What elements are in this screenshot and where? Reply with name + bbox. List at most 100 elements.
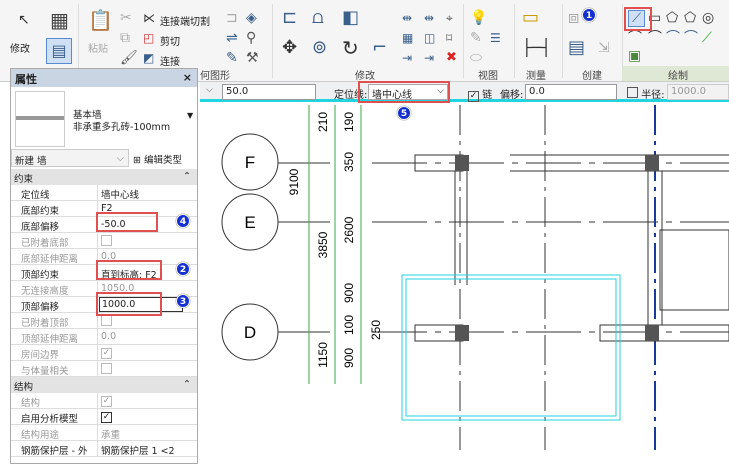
offset-input[interactable]: 0.0 — [525, 84, 617, 100]
geometry-group-label: 何图形 — [200, 71, 230, 82]
move-icon[interactable]: ✥ — [282, 39, 297, 57]
view-tool-icon[interactable]: ⬭ — [470, 50, 482, 66]
cut-geometry-button[interactable]: 剪切 — [160, 33, 180, 48]
dim-900-bottom: 900 — [342, 348, 356, 368]
fillet-arc-icon[interactable]: ⌒ — [684, 30, 698, 46]
cut-clipboard-icon[interactable]: ✂ — [120, 10, 132, 26]
mirror-icon[interactable]: ◧ — [342, 9, 359, 27]
create-parts-icon[interactable]: ▤ — [568, 39, 585, 57]
badge-2: 2 — [176, 262, 190, 276]
edit-type-button[interactable]: ⊞ 编辑类型 — [133, 149, 182, 166]
match-type-icon[interactable]: 🖌 — [120, 50, 138, 66]
edit-type-icon: ⊞ — [133, 155, 141, 166]
rotate-icon[interactable]: ↻ — [342, 38, 359, 58]
dim-350: 350 — [342, 152, 356, 172]
type-dropdown-icon[interactable]: ▼ — [187, 111, 193, 120]
modify-button[interactable]: 修改 — [10, 40, 30, 55]
radius-input[interactable]: 1000.0 — [667, 84, 729, 100]
arc-start-end-icon[interactable]: ⌒ — [628, 30, 642, 46]
inscribed-polygon-icon[interactable]: ⬠ — [666, 10, 678, 26]
prop-row[interactable]: 启用分析模型 ✓ — [11, 409, 197, 425]
paint-icon[interactable]: ✎ — [226, 50, 238, 66]
radius-checkbox[interactable]: 半径: — [627, 86, 665, 101]
split-icon[interactable]: ⇹ — [402, 10, 412, 26]
badge-3: 3 — [176, 294, 190, 308]
offset-icon[interactable]: ⩍ — [312, 9, 324, 27]
align-tool-icon[interactable]: ⊏ — [282, 9, 297, 27]
create-assembly-icon[interactable]: ⇲ — [598, 40, 610, 56]
join-cut-icon: ⋉ — [143, 11, 155, 25]
prop-row: 与体量相关 — [11, 361, 197, 377]
demolish-icon[interactable]: ⚒ — [246, 50, 259, 66]
drawing-canvas[interactable]: F E D 210 190 350 9100 3850 2600 900 100… — [200, 105, 729, 450]
array-icon[interactable]: ▦ — [402, 30, 413, 46]
collapse-icon: ⌃ — [183, 171, 191, 182]
pick-lines-icon[interactable]: ⟋ — [702, 30, 712, 46]
override-icon[interactable]: ✎ — [470, 30, 482, 46]
prop-row[interactable]: 定位线 墙中心线 — [11, 185, 197, 201]
prop-row: 结构用途 承重 — [11, 425, 197, 441]
delete-icon[interactable]: ✖ — [446, 50, 457, 66]
view-group-label: 视图 — [478, 71, 498, 82]
arc-center-icon[interactable]: ⌒ — [648, 30, 662, 46]
unpin-icon[interactable]: ⌖ — [446, 10, 453, 26]
section-structure[interactable]: 结构 ⌃ — [11, 377, 197, 393]
paste-icon[interactable]: 📋 — [88, 10, 113, 30]
join-cut-button[interactable]: 连接端切割 — [160, 13, 210, 28]
linework-icon[interactable]: ☰ — [490, 30, 501, 46]
arc-tangent-icon[interactable]: ⌒ — [666, 30, 680, 46]
join-geometry-button[interactable]: 连接 — [160, 53, 180, 68]
pin-icon[interactable]: ⚲ — [246, 30, 256, 46]
hide-icon[interactable]: 💡 — [470, 10, 487, 26]
dim-2600: 2600 — [342, 216, 356, 243]
type-name[interactable]: 非承重多孔砖-100mm — [73, 119, 170, 133]
scale-icon[interactable]: ◫ — [424, 30, 435, 46]
close-icon[interactable]: × — [183, 71, 192, 84]
dim-1150: 1150 — [316, 342, 330, 368]
section-constraints[interactable]: 约束 ⌃ — [11, 169, 197, 185]
dim-100: 100 — [342, 315, 356, 335]
trim-multi-icon[interactable]: ⇥ — [402, 50, 412, 66]
chain-label: 链 — [482, 90, 493, 101]
grid-label-d: D — [244, 323, 256, 342]
create-group-icon[interactable]: ⧈ — [568, 9, 579, 27]
draw-group-label: 绘制 — [668, 71, 688, 82]
dim-250: 250 — [369, 320, 383, 340]
paste-button[interactable]: 粘贴 — [88, 40, 108, 55]
split-face-icon[interactable]: ◈ — [246, 10, 257, 26]
properties-icon[interactable]: ▦ — [50, 10, 69, 30]
badge-4: 4 — [176, 214, 190, 228]
modify-group-label: 修改 — [355, 71, 375, 82]
pointer-icon[interactable]: ↖ — [18, 12, 30, 28]
height-input[interactable]: 50.0 — [222, 84, 316, 100]
dimension-icon[interactable]: ├─┤ — [522, 40, 551, 56]
trim-icon[interactable]: ⌐ — [372, 39, 387, 57]
properties-title: 属性 — [15, 73, 37, 86]
collapse-icon: ⌃ — [183, 379, 191, 390]
copy-tool-icon[interactable]: ⊚ — [312, 39, 327, 57]
wall-joins-icon[interactable]: ⊐ — [226, 10, 238, 26]
chain-checkbox[interactable]: ✓ 链 — [468, 86, 492, 102]
create-group-label: 创建 — [582, 71, 602, 82]
trim-extend-icon[interactable]: ⇥ — [424, 50, 434, 66]
measure-icon[interactable]: ▭ — [522, 9, 539, 27]
dim-3850: 3850 — [316, 231, 330, 258]
instance-selector[interactable]: 新建 墙 ⌵ — [11, 149, 129, 167]
height-dropdown-chevron-icon[interactable]: ⌵ — [206, 85, 213, 95]
pin2-icon[interactable]: ⌑ — [446, 30, 452, 46]
badge-1: 1 — [582, 8, 596, 22]
pick-faces-icon[interactable]: ▣ — [628, 48, 641, 64]
prop-row: 房间边界 ✓ — [11, 345, 197, 361]
dim-9100: 9100 — [287, 168, 301, 195]
join-geometry-icon: ◩ — [143, 51, 155, 65]
dim-210: 210 — [316, 112, 330, 132]
circle-icon[interactable]: ◎ — [702, 10, 714, 26]
copy-icon[interactable]: ⧉ — [120, 30, 130, 46]
align-icon[interactable]: ⇌ — [226, 30, 238, 46]
cut-geometry-icon: ◰ — [143, 31, 155, 45]
prop-row[interactable]: 钢筋保护层 - 外钢筋保护层 1 <2 — [11, 441, 197, 457]
circumscribed-polygon-icon[interactable]: ⬠ — [684, 10, 696, 26]
type-properties-icon[interactable]: ▤ — [46, 38, 72, 64]
split-gap-icon[interactable]: ⇹ — [424, 10, 434, 26]
radius-label: 半径: — [641, 90, 665, 101]
